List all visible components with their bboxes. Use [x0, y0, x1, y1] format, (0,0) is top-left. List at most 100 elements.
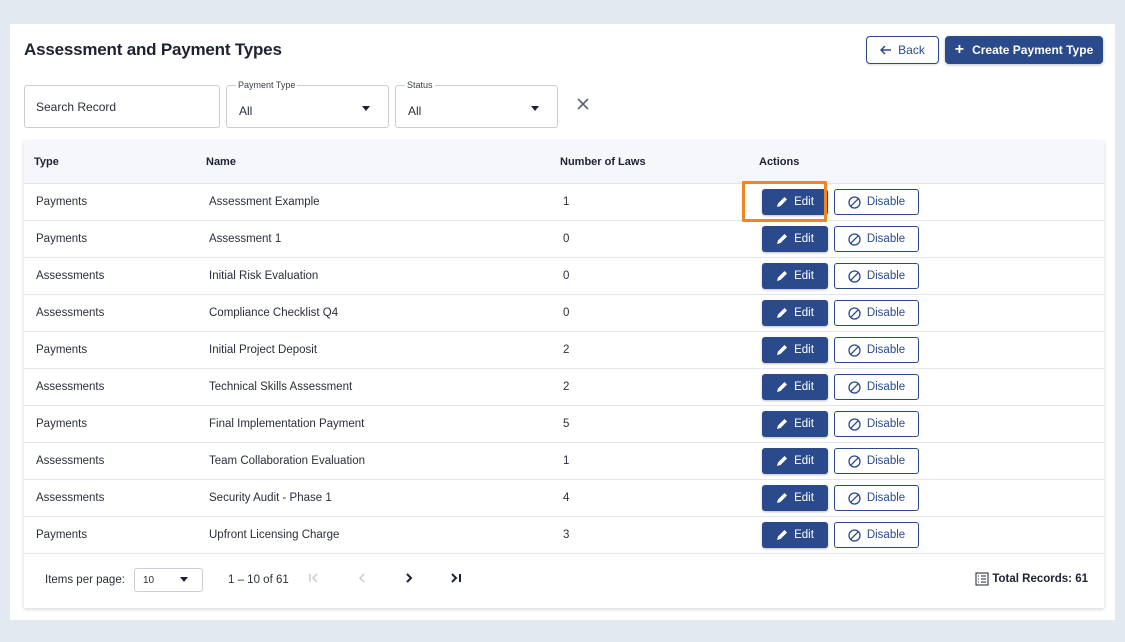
disable-button[interactable]: Disable [834, 337, 919, 363]
page-title: Assessment and Payment Types [24, 40, 282, 59]
cell-type: Payments [36, 529, 88, 541]
cell-type: Payments [36, 344, 88, 356]
edit-button-label: Edit [794, 381, 814, 393]
cell-name: Final Implementation Payment [209, 418, 365, 430]
edit-button-label: Edit [794, 307, 814, 319]
block-icon [848, 454, 861, 468]
cell-laws: 0 [563, 233, 570, 245]
edit-button-label: Edit [794, 492, 814, 504]
pencil-icon [776, 455, 788, 467]
search-placeholder: Search Record [36, 99, 117, 114]
pencil-icon [776, 307, 788, 319]
search-input[interactable]: Search Record [24, 85, 220, 128]
cell-type: Assessments [36, 455, 105, 467]
disable-button-label: Disable [866, 270, 906, 282]
table-row: Assessments Compliance Checklist Q4 0 Edit D… [24, 295, 1104, 332]
disable-button-label: Disable [866, 196, 906, 208]
previous-page-icon[interactable] [354, 570, 370, 586]
pencil-icon [776, 233, 788, 245]
cell-name: Compliance Checklist Q4 [209, 307, 339, 319]
edit-button-label: Edit [794, 270, 814, 282]
edit-button[interactable]: Edit [762, 448, 828, 474]
status-label: Status [405, 80, 435, 90]
block-icon [848, 306, 861, 320]
disable-button-label: Disable [866, 307, 906, 319]
cell-type: Assessments [36, 270, 105, 282]
plus-icon: + [954, 41, 965, 58]
table-row: Assessments Team Collaboration Evaluation… [24, 443, 1104, 480]
last-page-icon[interactable] [448, 570, 464, 586]
edit-button[interactable]: Edit [762, 189, 828, 215]
block-icon [848, 269, 861, 283]
edit-button[interactable]: Edit [762, 337, 828, 363]
first-page-icon[interactable] [306, 570, 322, 586]
edit-button[interactable]: Edit [762, 485, 828, 511]
disable-button[interactable]: Disable [834, 189, 919, 215]
create-payment-type-button[interactable]: + Create Payment Type [945, 36, 1103, 64]
cell-type: Assessments [36, 307, 105, 319]
edit-button-label: Edit [794, 196, 814, 208]
disable-button[interactable]: Disable [834, 485, 919, 511]
edit-button[interactable]: Edit [762, 226, 828, 252]
page-range: 1 – 10 of 61 [228, 574, 289, 586]
disable-button-label: Disable [866, 381, 906, 393]
cell-laws: 1 [563, 455, 570, 467]
main-card: Assessment and Payment Types Back + Crea… [10, 24, 1115, 620]
cell-laws: 2 [563, 381, 570, 393]
payment-type-select[interactable]: Payment Type All [226, 80, 389, 128]
status-select[interactable]: Status All [395, 80, 558, 128]
table-row: Assessments Technical Skills Assessment 2 E… [24, 369, 1104, 406]
back-button[interactable]: Back [866, 36, 939, 64]
edit-button[interactable]: Edit [762, 522, 828, 548]
table-row: Payments Upfront Licensing Charge 3 Edit Dis… [24, 517, 1104, 554]
cell-name: Security Audit - Phase 1 [209, 492, 332, 504]
cell-laws: 3 [563, 529, 570, 541]
cell-name: Assessment 1 [209, 233, 282, 245]
table-row: Payments Assessment Example 1 Edit Disable [24, 184, 1104, 221]
cell-name: Technical Skills Assessment [209, 381, 353, 393]
cell-name: Upfront Licensing Charge [209, 529, 340, 541]
cell-type: Assessments [36, 492, 105, 504]
disable-button[interactable]: Disable [834, 374, 919, 400]
disable-button[interactable]: Disable [834, 448, 919, 474]
block-icon [848, 491, 861, 505]
block-icon [848, 232, 861, 246]
edit-button[interactable]: Edit [762, 411, 828, 437]
caret-down-icon [180, 577, 188, 582]
caret-down-icon [362, 106, 370, 111]
payment-type-value: All [239, 104, 253, 118]
block-icon [848, 343, 861, 357]
items-per-page-select[interactable]: 10 [134, 568, 203, 592]
header-laws: Number of Laws [560, 156, 646, 168]
caret-down-icon [531, 106, 539, 111]
next-page-icon[interactable] [401, 570, 417, 586]
disable-button[interactable]: Disable [834, 522, 919, 548]
status-value: All [408, 104, 422, 118]
disable-button[interactable]: Disable [834, 411, 919, 437]
pencil-icon [776, 529, 788, 541]
edit-button-label: Edit [794, 529, 814, 541]
pencil-icon [776, 381, 788, 393]
payment-type-label: Payment Type [236, 80, 298, 90]
pencil-icon [776, 270, 788, 282]
disable-button[interactable]: Disable [834, 226, 919, 252]
pencil-icon [776, 196, 788, 208]
table-row: Payments Final Implementation Payment 5 Edi… [24, 406, 1104, 443]
disable-button-label: Disable [866, 492, 906, 504]
cell-type: Assessments [36, 381, 105, 393]
disable-button[interactable]: Disable [834, 300, 919, 326]
disable-button[interactable]: Disable [834, 263, 919, 289]
disable-button-label: Disable [866, 529, 906, 541]
edit-button[interactable]: Edit [762, 300, 828, 326]
cell-laws: 0 [563, 307, 570, 319]
edit-button-label: Edit [794, 418, 814, 430]
edit-button[interactable]: Edit [762, 374, 828, 400]
edit-button-label: Edit [794, 344, 814, 356]
clear-filters-icon[interactable] [576, 97, 590, 111]
pencil-icon [776, 492, 788, 504]
cell-laws: 2 [563, 344, 570, 356]
cell-laws: 4 [563, 492, 570, 504]
cell-type: Payments [36, 196, 88, 208]
disable-button-label: Disable [866, 418, 906, 430]
edit-button[interactable]: Edit [762, 263, 828, 289]
